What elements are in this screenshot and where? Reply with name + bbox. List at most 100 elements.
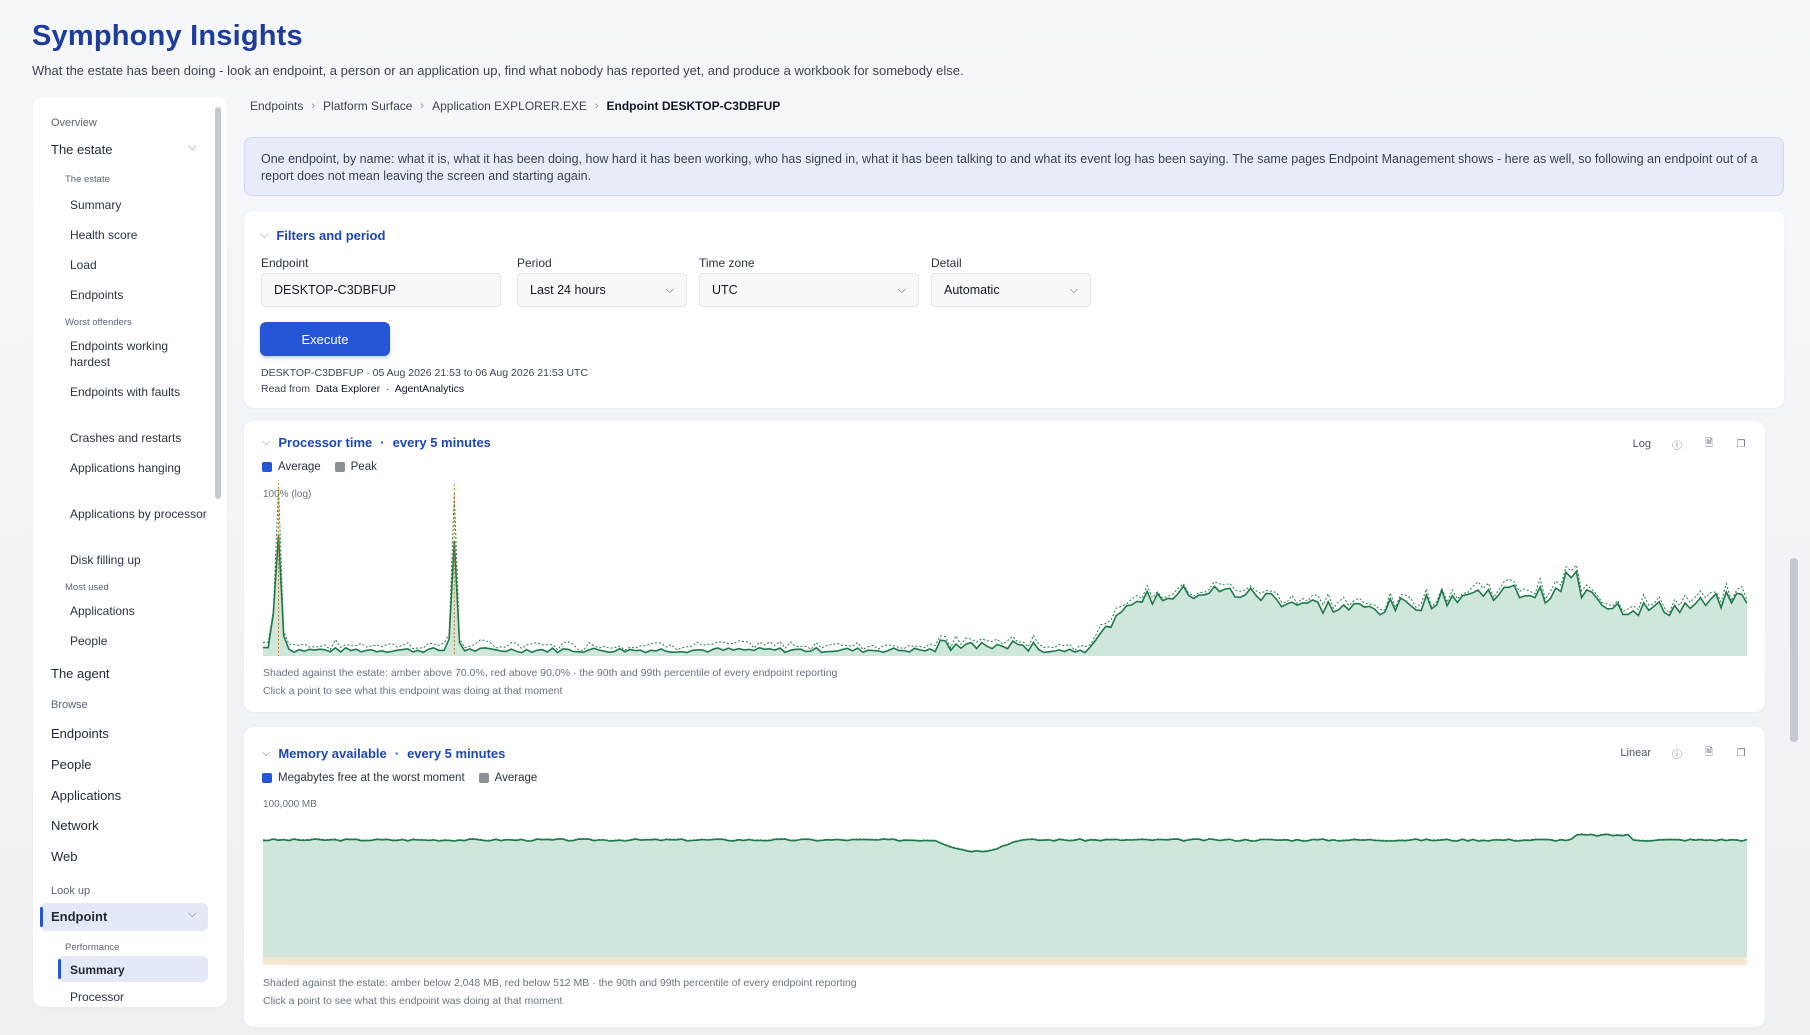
memory-chart-card: ⌵ Memory available · every 5 minutes Lin… (244, 727, 1765, 1027)
sidebar-active-sub-indicator (58, 959, 61, 979)
export-icon[interactable]: 🗎 (1703, 747, 1715, 759)
legend-label: Peak (350, 461, 377, 473)
sidebar-section-browse: Browse (51, 699, 88, 711)
memory-chart-toggle[interactable]: ⌵ Memory available · every 5 minutes (262, 746, 505, 761)
sidebar-item-browse-network[interactable]: Network (51, 818, 227, 833)
sidebar-item-browse-endpoints[interactable]: Endpoints (51, 726, 227, 741)
sidebar-item-health-score[interactable]: Health score (70, 227, 210, 243)
sidebar-item-browse-people[interactable]: People (51, 757, 227, 772)
sidebar-item-applications[interactable]: Applications (70, 603, 210, 619)
sidebar-item-browse-web[interactable]: Web (51, 849, 227, 864)
processor-chart-legend: Average Peak (262, 461, 377, 473)
legend-label: Average (494, 772, 538, 784)
chevron-down-icon[interactable]: ⌵ (188, 141, 196, 154)
sidebar-subsection-worst-offenders: Worst offenders (65, 317, 132, 328)
sidebar-item-applications-by-processor[interactable]: Applications by processor (70, 506, 210, 522)
execute-button[interactable]: Execute (260, 322, 390, 356)
chevron-down-icon: ⌵ (897, 283, 906, 296)
endpoint-input[interactable]: DESKTOP-C3DBFUP (261, 273, 501, 307)
timezone-label: Time zone (699, 256, 755, 270)
processor-chart-toggle[interactable]: ⌵ Processor time · every 5 minutes (262, 435, 491, 450)
chevron-down-icon: ⌵ (262, 436, 271, 448)
legend-swatch (478, 773, 489, 783)
breadcrumb-separator-icon: › (311, 100, 316, 112)
scale-toggle[interactable]: Log (1633, 438, 1651, 450)
sidebar-item-performance-summary[interactable]: Summary (70, 962, 210, 978)
filters-card: ⌵ Filters and period Endpoint DESKTOP-C3… (244, 211, 1784, 408)
memory-chart-note-click: Click a point to see what this endpoint … (263, 995, 563, 1007)
sidebar-item-crashes-and-restarts[interactable]: Crashes and restarts (70, 430, 210, 446)
query-range: DESKTOP-C3DBFUP · 05 Aug 2026 21:53 to 0… (261, 367, 589, 379)
sidebar-item-load[interactable]: Load (70, 257, 210, 273)
legend-item-peak[interactable]: Peak (334, 461, 377, 473)
sidebar-section-look-up: Look up (51, 885, 91, 897)
legend-label: Megabytes free at the worst moment (278, 772, 465, 784)
legend-swatch (334, 462, 345, 472)
filters-title: Filters and period (276, 228, 386, 243)
detail-select-value: Automatic (944, 283, 1000, 297)
legend-item-average[interactable]: Average (262, 461, 321, 473)
breadcrumb-separator-icon: › (420, 100, 425, 112)
processor-chart-interval: every 5 minutes (392, 435, 491, 450)
memory-chart-plot[interactable] (263, 817, 1747, 969)
period-select[interactable]: Last 24 hours ⌵ (517, 273, 687, 307)
period-select-value: Last 24 hours (530, 283, 606, 297)
memory-chart-legend: Megabytes free at the worst moment Avera… (262, 772, 537, 784)
export-icon[interactable]: 🗎 (1703, 438, 1715, 450)
chevron-down-icon: ⌵ (665, 283, 674, 296)
sidebar-group-endpoint[interactable]: Endpoint (51, 909, 227, 924)
sidebar-item-processor[interactable]: Processor (70, 989, 210, 1005)
legend-item-average[interactable]: Average (478, 772, 538, 784)
read-from-label: Read from (261, 383, 311, 395)
detail-select[interactable]: Automatic ⌵ (931, 273, 1091, 307)
chevron-down-icon[interactable]: ⌵ (188, 908, 196, 921)
processor-chart-plot[interactable] (263, 483, 1747, 659)
legend-item-worst-moment[interactable]: Megabytes free at the worst moment (262, 772, 465, 784)
sidebar-item-people[interactable]: People (70, 633, 210, 649)
period-label: Period (517, 256, 552, 270)
copy-icon[interactable]: ❐ (1735, 438, 1747, 450)
app-title: Symphony Insights (32, 20, 303, 52)
read-from: Read from Data Explorer · AgentAnalytics (261, 383, 464, 395)
memory-area (263, 834, 1747, 957)
breadcrumb-item-platform-surface[interactable]: Platform Surface (323, 99, 412, 113)
read-from-source-a[interactable]: Data Explorer (316, 383, 380, 395)
info-icon[interactable]: ⓘ (1671, 747, 1683, 761)
sidebar-item-endpoints-working-hardest[interactable]: Endpoints working hardest (70, 338, 210, 370)
title-separator: · (394, 746, 400, 761)
sidebar-item-browse-applications[interactable]: Applications (51, 788, 227, 803)
processor-chart-card: ⌵ Processor time · every 5 minutes Log ⓘ… (244, 421, 1765, 712)
app-subtitle: What the estate has been doing - look an… (32, 63, 964, 78)
processor-chart-note-thresholds: Shaded against the estate: amber above 7… (263, 667, 838, 679)
sidebar-item-endpoints[interactable]: Endpoints (70, 287, 210, 303)
breadcrumb: Endpoints › Platform Surface › Applicati… (250, 99, 780, 113)
read-from-separator: · (385, 383, 390, 395)
sidebar-item-summary[interactable]: Summary (70, 197, 210, 213)
page-scrollbar[interactable] (1790, 558, 1798, 742)
sidebar-item-endpoints-with-faults[interactable]: Endpoints with faults (70, 384, 210, 400)
memory-amber-band (263, 957, 1747, 965)
sidebar-item-disk-filling-up[interactable]: Disk filling up (70, 552, 210, 568)
legend-swatch (262, 773, 272, 783)
scale-toggle[interactable]: Linear (1620, 747, 1651, 759)
info-icon[interactable]: ⓘ (1671, 438, 1683, 452)
breadcrumb-item-endpoints[interactable]: Endpoints (250, 99, 303, 113)
filters-toggle[interactable]: ⌵ Filters and period (260, 228, 385, 243)
legend-label: Average (278, 461, 321, 473)
copy-icon[interactable]: ❐ (1735, 747, 1747, 759)
sidebar-item-applications-hanging[interactable]: Applications hanging (70, 460, 210, 476)
breadcrumb-current: Endpoint DESKTOP-C3DBFUP (606, 99, 781, 113)
sidebar-group-the-agent[interactable]: The agent (51, 666, 227, 681)
chevron-down-icon: ⌵ (1069, 283, 1078, 296)
memory-chart-title: Memory available (278, 746, 387, 761)
breadcrumb-item-application[interactable]: Application EXPLORER.EXE (432, 99, 587, 113)
sidebar-group-the-estate[interactable]: The estate (51, 142, 227, 157)
endpoint-input-value: DESKTOP-C3DBFUP (274, 283, 397, 297)
read-from-source-b[interactable]: AgentAnalytics (395, 383, 464, 395)
title-separator: · (380, 435, 385, 450)
timezone-select[interactable]: UTC ⌵ (699, 273, 919, 307)
timezone-select-value: UTC (712, 283, 738, 297)
sidebar-scrollbar[interactable] (215, 107, 221, 499)
breadcrumb-separator-icon: › (594, 100, 599, 112)
sidebar-section-overview: Overview (51, 117, 97, 129)
